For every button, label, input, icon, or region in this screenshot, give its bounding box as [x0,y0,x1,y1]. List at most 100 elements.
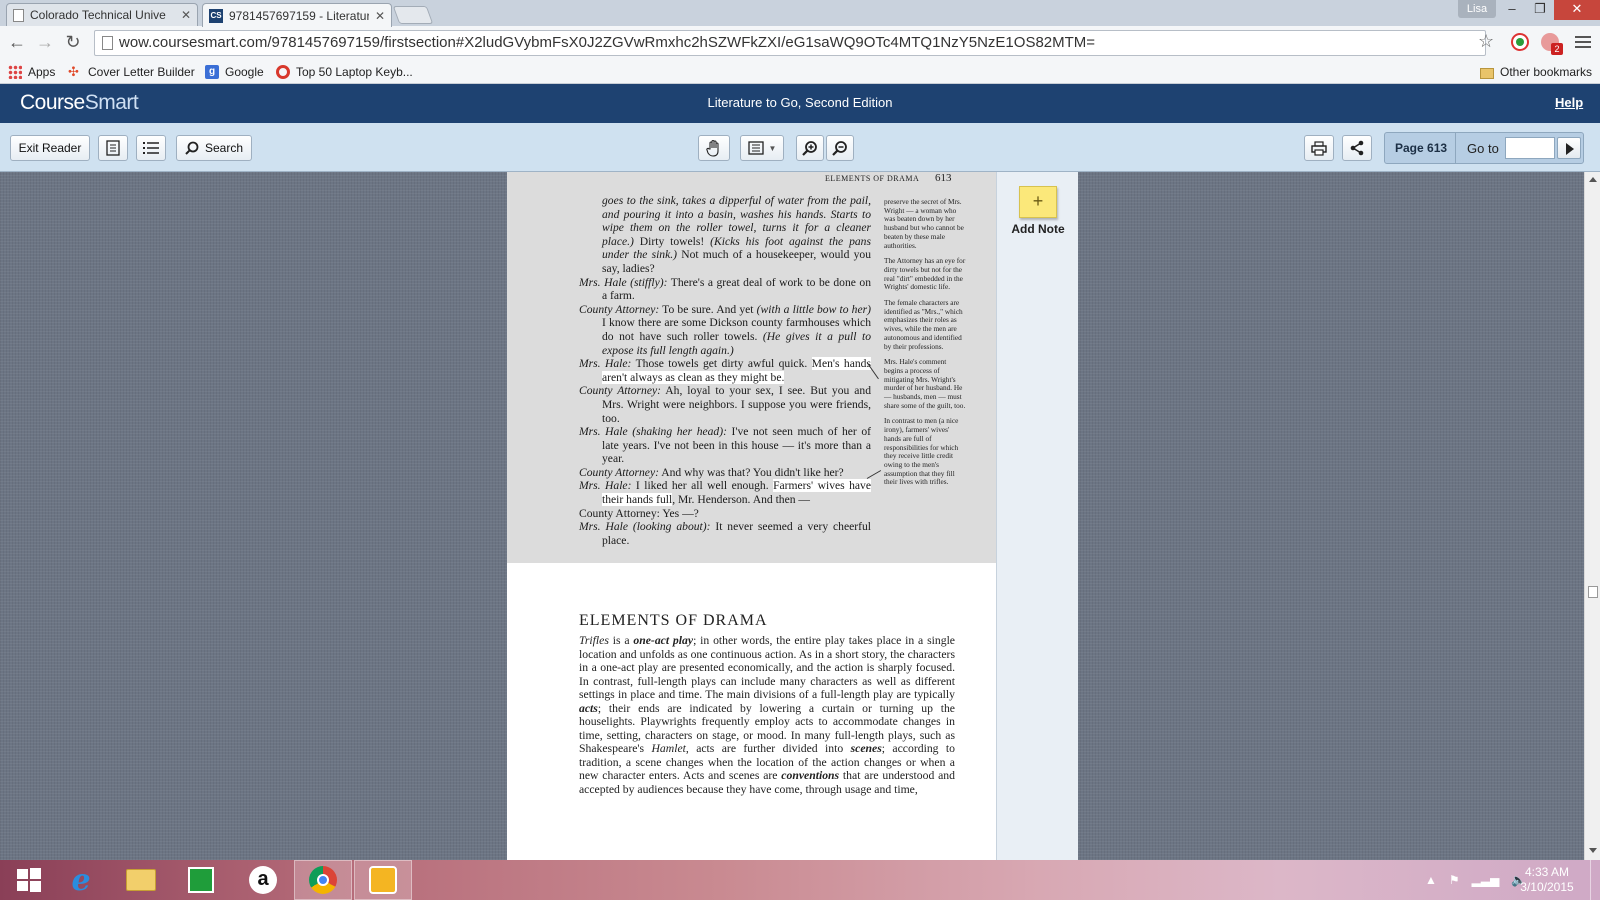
page-navigator: Page 613 Go to [1384,132,1584,164]
reload-icon[interactable]: ↻ [62,31,84,53]
file-explorer-icon[interactable] [112,860,170,900]
forward-arrow-icon[interactable]: → [34,31,56,53]
other-bookmarks[interactable]: Other bookmarks [1480,63,1592,81]
speaker: Mrs. Hale: [579,479,632,493]
scroll-down-arrow-icon[interactable] [1589,848,1597,853]
body-text-run: , acts are further divided into [685,742,851,755]
pan-tool-button[interactable] [698,135,730,161]
action-center-flag-icon[interactable]: ⚑ [1449,873,1460,887]
search-icon [185,141,199,155]
search-label: Search [204,141,244,155]
goto-page-input[interactable] [1505,137,1555,159]
hand-icon [706,139,719,157]
print-button[interactable] [1304,135,1334,161]
red-circle-icon [276,65,290,79]
close-tab-icon[interactable]: ✕ [375,9,385,23]
profile-user-badge[interactable]: Lisa [1458,0,1496,18]
reading-area: Elements of Drama 613 goes to the sink, … [0,172,1584,860]
bookmark-star-icon[interactable]: ☆ [1478,31,1494,52]
play-line: County Attorney: And why was that? You d… [579,466,871,480]
bookmark-top50[interactable]: Top 50 Laptop Keyb... [276,63,413,81]
speaker: County Attorney: [579,384,661,398]
goto-play-icon[interactable] [1557,137,1581,159]
section-heading: Elements of Drama [579,612,768,629]
apps-grid-icon [8,65,22,79]
book-title: Literature to Go, Second Edition [707,95,893,110]
gloss-note: In contrast to men (a nice irony), farme… [884,416,959,487]
tab-title: Colorado Technical Unive [30,8,166,22]
printer-icon [1311,140,1327,156]
browser-tab-literature[interactable]: CS 9781457697159 - Literature ✕ [202,3,392,27]
reader-toolbar: Exit Reader Search ▼ Page 613 Go to [0,123,1600,172]
current-page-label: Page 613 [1395,141,1448,155]
dialogue: , Mr. Henderson. And then — [672,493,811,507]
goto-label: Go to [1467,141,1499,156]
speaker: County Attorney: [579,465,659,479]
speaker: Mrs. Hale (stiffly): [579,275,668,289]
zoom-in-icon [802,141,817,156]
restore-icon[interactable]: ❐ [1526,0,1554,20]
play-line: Mrs. Hale (stiffly): There's a great dea… [579,276,871,303]
bookmark-cover-letter[interactable]: ✣ Cover Letter Builder [68,63,195,81]
page-number: 613 [935,172,952,184]
folder-icon [1480,67,1494,79]
windows-logo-icon [17,868,41,892]
bookmark-label: Top 50 Laptop Keyb... [296,65,413,79]
show-desktop-button[interactable] [1590,860,1600,900]
zoom-out-button[interactable] [826,135,854,161]
cs-icon: CS [209,8,223,23]
help-link[interactable]: Help [1555,95,1583,110]
scroll-thumb[interactable] [1588,586,1598,598]
page-view-button[interactable] [98,135,128,161]
dialogue: To be sure. And yet [662,302,757,316]
extension-shield-icon[interactable] [1511,33,1529,51]
emphasized-term: conventions [781,769,840,782]
emphasized-term: scenes [850,742,882,755]
window-close-icon[interactable]: ✕ [1554,0,1600,20]
scroll-up-arrow-icon[interactable] [1589,177,1597,182]
list-icon [143,142,159,154]
system-clock[interactable]: 4:33 AM 3/10/2015 [1512,865,1582,895]
chrome-icon[interactable] [294,860,352,900]
view-mode-dropdown[interactable]: ▼ [740,135,784,161]
exit-reader-button[interactable]: Exit Reader [10,135,90,161]
add-note-label[interactable]: Add Note [997,222,1079,236]
speaker: County Attorney: [579,302,660,316]
notes-panel: + Add Note [996,172,1078,860]
dialogue: Yes —? [662,506,699,520]
store-icon[interactable] [172,860,230,900]
clock-time: 4:33 AM [1524,865,1570,879]
margin-glosses: preserve the secret of Mrs. Wright — a w… [884,197,966,494]
close-tab-icon[interactable]: ✕ [181,8,191,22]
minimize-icon[interactable]: – [1498,0,1526,20]
book-page: Elements of Drama 613 goes to the sink, … [507,172,996,860]
play-line: County Attorney: Yes —? [579,507,871,521]
speaker: Mrs. Hale (looking about): [579,520,711,534]
vertical-scrollbar[interactable] [1584,172,1600,860]
play-line: County Attorney: To be sure. And yet (wi… [579,303,871,357]
browser-tab-colorado[interactable]: Colorado Technical Unive ✕ [6,3,198,26]
network-signal-icon[interactable]: ▂▃▅ [1472,873,1500,887]
search-button[interactable]: Search [176,135,252,161]
pinned-app-icon[interactable] [354,860,412,900]
extension-brain-icon[interactable]: 2 [1541,33,1563,55]
bookmark-google[interactable]: g Google [205,63,264,81]
table-of-contents-button[interactable] [136,135,166,161]
share-button[interactable] [1342,135,1372,161]
windows-start-icon[interactable] [0,860,58,900]
chrome-menu-icon[interactable] [1575,33,1591,51]
zoom-in-button[interactable] [796,135,824,161]
address-bar[interactable]: wow.coursesmart.com/9781457697159/firsts… [94,30,1486,56]
tray-expand-icon[interactable]: ▲ [1425,873,1437,887]
windows-taskbar: e a ▲ ⚑ ▂▃▅ 🔈 4:33 AM 3/10/2015 [0,860,1600,900]
gloss-note: The female characters are identified as … [884,298,963,351]
back-arrow-icon[interactable]: ← [6,31,28,53]
bookmark-label: Cover Letter Builder [88,65,195,79]
bookmark-label: Google [225,65,264,79]
bookmark-apps[interactable]: Apps [8,63,55,81]
add-note-icon[interactable]: + [1019,186,1057,218]
internet-explorer-icon[interactable]: e [52,860,110,900]
amazon-icon[interactable]: a [234,860,292,900]
new-tab-button[interactable] [392,6,434,24]
book-view-icon [747,141,764,155]
